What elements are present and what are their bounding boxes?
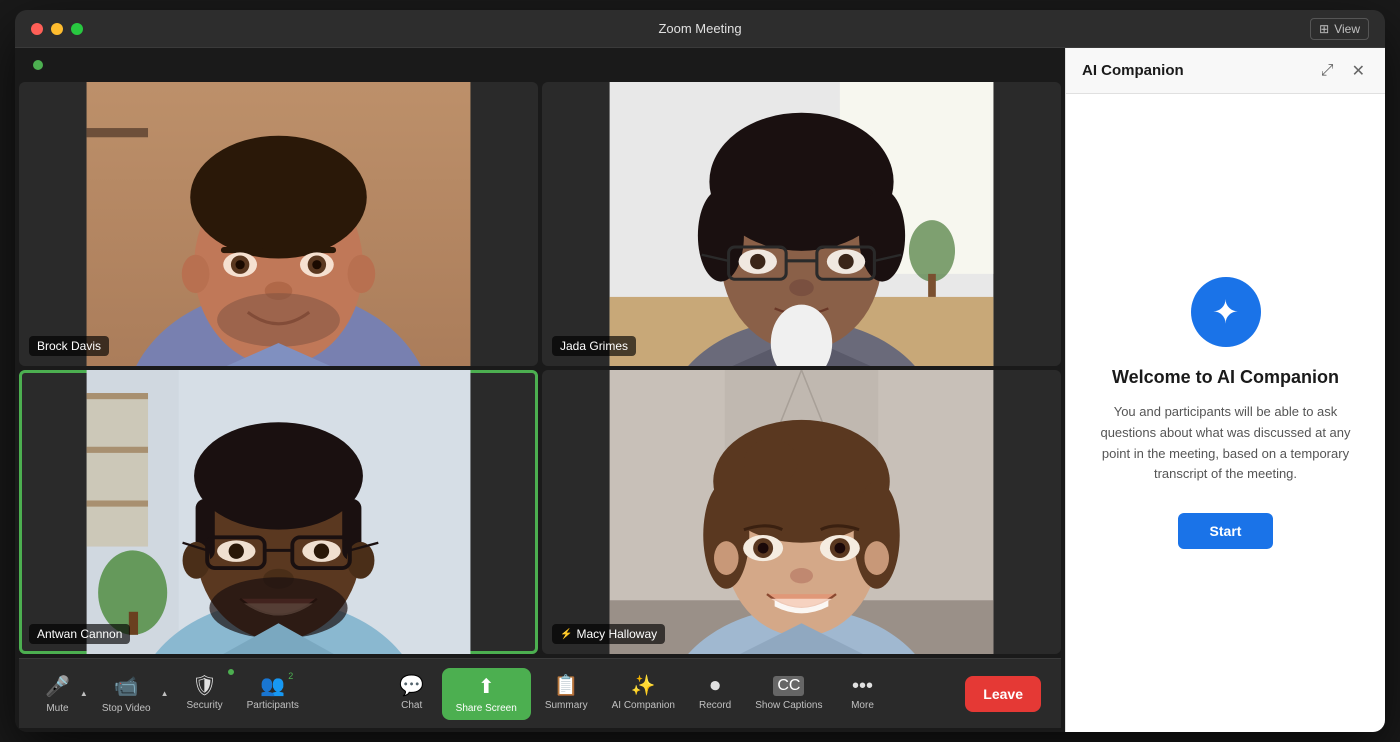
security-label: Security — [187, 700, 223, 711]
mute-button[interactable]: 🎤 Mute — [39, 668, 76, 720]
share-screen-icon: ⬆ — [478, 674, 495, 699]
ai-companion-panel: AI Companion ⤢ ✕ ✦ Welcome to AI Compani… — [1065, 48, 1385, 732]
video-content-macy — [542, 370, 1061, 654]
chat-button[interactable]: 💬 Chat — [386, 670, 438, 717]
mute-group: 🎤 Mute ▲ — [39, 668, 92, 720]
captions-icon: CC — [773, 676, 804, 696]
video-grid: Brock Davis — [19, 82, 1061, 654]
ai-companion-button[interactable]: ✨ AI Companion — [602, 670, 685, 717]
antwan-name: Antwan Cannon — [37, 627, 122, 641]
video-content-brock — [19, 82, 538, 366]
lightning-icon: ⚡ — [560, 629, 572, 640]
stop-video-button[interactable]: 📹 Stop Video — [96, 668, 157, 720]
video-cell-macy: ⚡ Macy Halloway — [542, 370, 1061, 654]
record-button[interactable]: ⏺ Record — [689, 670, 741, 717]
summary-label: Summary — [545, 700, 588, 711]
portrait-macy — [542, 370, 1061, 654]
video-cell-jada: Jada Grimes — [542, 82, 1061, 366]
ai-welcome-title: Welcome to AI Companion — [1112, 367, 1339, 388]
participants-button[interactable]: 👥2 Participants — [237, 670, 309, 717]
toolbar-left: 🎤 Mute ▲ 📹 Stop Video ▲ — [39, 668, 309, 720]
macy-name: Macy Halloway — [576, 627, 657, 641]
share-screen-label: Share Screen — [456, 703, 517, 714]
portrait-jada — [542, 82, 1061, 366]
ai-panel-close-button[interactable]: ✕ — [1348, 59, 1369, 83]
captions-label: Show Captions — [755, 700, 822, 711]
brock-name: Brock Davis — [37, 339, 101, 353]
mic-icon: 🎤 — [45, 674, 70, 699]
traffic-lights — [31, 23, 83, 35]
video-cell-antwan: Antwan Cannon — [19, 370, 538, 654]
ai-panel-actions: ⤢ ✕ — [1317, 59, 1369, 83]
title-bar: Zoom Meeting ⊞ View — [15, 10, 1385, 48]
chat-label: Chat — [401, 700, 422, 711]
ai-panel-expand-button[interactable]: ⤢ — [1317, 60, 1338, 82]
share-screen-button[interactable]: ⬆ Share Screen — [442, 668, 531, 720]
more-label: More — [851, 700, 874, 711]
summary-icon: 📋 — [554, 676, 579, 696]
video-content-jada — [542, 82, 1061, 366]
camera-icon: 📹 — [114, 674, 139, 699]
expand-icon: ⤢ — [1321, 62, 1334, 79]
app-window: Zoom Meeting ⊞ View — [15, 10, 1385, 732]
video-caret[interactable]: ▲ — [157, 689, 173, 698]
summary-button[interactable]: 📋 Summary — [535, 670, 598, 717]
video-content-antwan — [19, 370, 538, 654]
video-cell-brock: Brock Davis — [19, 82, 538, 366]
ai-companion-label: AI Companion — [612, 700, 675, 711]
participants-icon: 👥2 — [260, 676, 285, 696]
minimize-button[interactable] — [51, 23, 63, 35]
toolbar-right: Leave — [965, 676, 1041, 712]
stop-video-label: Stop Video — [102, 703, 151, 714]
name-tag-brock: Brock Davis — [29, 336, 109, 356]
ai-icon-circle: ✦ — [1191, 277, 1261, 347]
security-status-dot — [227, 668, 235, 676]
video-area: Brock Davis — [15, 48, 1065, 732]
main-content: Brock Davis — [15, 48, 1385, 732]
name-tag-jada: Jada Grimes — [552, 336, 636, 356]
ai-welcome-desc: You and participants will be able to ask… — [1096, 402, 1355, 485]
record-icon: ⏺ — [710, 676, 720, 696]
ai-start-button[interactable]: Start — [1178, 513, 1274, 549]
grid-icon: ⊞ — [1319, 22, 1329, 36]
maximize-button[interactable] — [71, 23, 83, 35]
security-button[interactable]: 🛡 Security — [177, 670, 233, 717]
toolbar-center: 💬 Chat ⬆ Share Screen 📋 Summary — [386, 668, 889, 720]
ai-sparkle-icon: ✦ — [1212, 293, 1239, 331]
portrait-brock — [19, 82, 538, 366]
jada-name: Jada Grimes — [560, 339, 628, 353]
name-tag-antwan: Antwan Cannon — [29, 624, 130, 644]
captions-button[interactable]: CC Show Captions — [745, 670, 832, 717]
close-button[interactable] — [31, 23, 43, 35]
ai-panel-header: AI Companion ⤢ ✕ — [1066, 48, 1385, 94]
more-icon: ••• — [852, 676, 873, 696]
ai-icon: ✨ — [631, 676, 656, 696]
chat-icon: 💬 — [399, 676, 424, 696]
name-tag-macy: ⚡ Macy Halloway — [552, 624, 665, 644]
leave-button[interactable]: Leave — [965, 676, 1041, 712]
video-group: 📹 Stop Video ▲ — [96, 668, 173, 720]
view-button[interactable]: ⊞ View — [1310, 18, 1369, 40]
more-button[interactable]: ••• More — [837, 670, 889, 717]
connection-indicator — [33, 60, 43, 70]
shield-icon: 🛡 — [192, 676, 217, 696]
ai-panel-body: ✦ Welcome to AI Companion You and partic… — [1066, 94, 1385, 732]
close-icon: ✕ — [1352, 63, 1365, 80]
participants-label: Participants — [247, 700, 299, 711]
mute-label: Mute — [46, 703, 68, 714]
participants-count: 2 — [288, 672, 293, 681]
mute-caret[interactable]: ▲ — [76, 689, 92, 698]
record-label: Record — [699, 700, 731, 711]
window-title: Zoom Meeting — [658, 21, 741, 36]
ai-panel-title: AI Companion — [1082, 62, 1184, 79]
toolbar: 🎤 Mute ▲ 📹 Stop Video ▲ — [19, 658, 1061, 728]
portrait-antwan — [19, 370, 538, 654]
